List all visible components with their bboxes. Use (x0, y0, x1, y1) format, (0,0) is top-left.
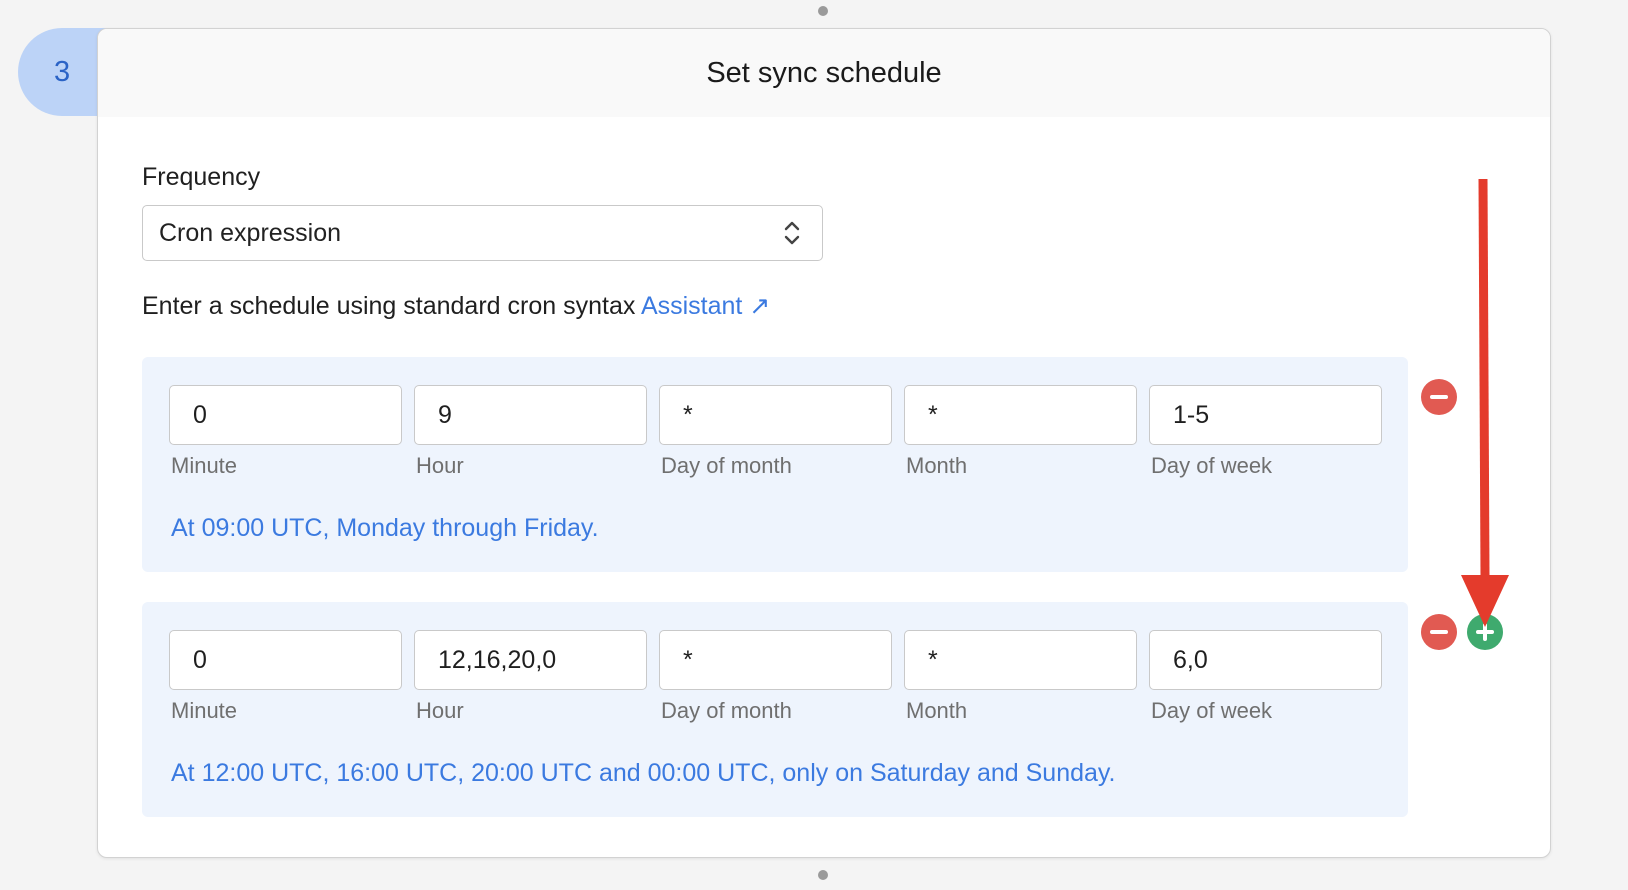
day-of-month-field: * Day of month (659, 385, 892, 479)
minute-input[interactable]: 0 (169, 385, 402, 445)
card-header: Set sync schedule (98, 29, 1550, 117)
month-input[interactable]: * (904, 630, 1137, 690)
day-of-week-field: 6,0 Day of week (1149, 630, 1382, 724)
day-of-month-label: Day of month (661, 698, 792, 723)
hour-label: Hour (416, 453, 464, 478)
schedule-description: At 12:00 UTC, 16:00 UTC, 20:00 UTC and 0… (171, 759, 1116, 787)
annotation-arrow-down-icon (1461, 178, 1509, 627)
minus-circle-icon (1430, 395, 1448, 399)
minute-label: Minute (171, 453, 238, 478)
hour-field: 12,16,20,0 Hour (414, 630, 647, 724)
assistant-link[interactable]: Assistant ↗ (641, 292, 770, 320)
sync-schedule-card: Set sync schedule Frequency Cron express… (97, 28, 1551, 858)
hour-input[interactable]: 12,16,20,0 (414, 630, 647, 690)
month-field: * Month (904, 630, 1137, 724)
minus-circle-icon (1430, 630, 1448, 634)
day-of-week-label: Day of week (1151, 698, 1273, 723)
cron-schedule-row: 0 Minute 12,16,20,0 Hour * Day of month … (142, 602, 1408, 817)
chevron-up-down-icon (784, 221, 800, 245)
day-of-month-label: Day of month (661, 453, 792, 478)
hour-input[interactable]: 9 (414, 385, 647, 445)
frequency-select-value: Cron expression (159, 218, 342, 247)
cron-help-label: Enter a schedule using standard cron syn… (142, 292, 636, 320)
month-field: * Month (904, 385, 1137, 479)
day-of-month-input[interactable]: * (659, 385, 892, 445)
hour-field: 9 Hour (414, 385, 647, 479)
month-label: Month (906, 453, 968, 478)
frequency-select[interactable]: Cron expression (142, 205, 823, 261)
day-of-week-input[interactable]: 1-5 (1149, 385, 1382, 445)
remove-schedule-button[interactable] (1421, 614, 1457, 650)
card-title: Set sync schedule (706, 56, 942, 89)
remove-schedule-button[interactable] (1421, 379, 1457, 415)
day-of-week-input[interactable]: 6,0 (1149, 630, 1382, 690)
cron-schedule-row: 0 Minute 9 Hour * Day of month * Month 1… (142, 357, 1408, 572)
step-number: 3 (54, 55, 71, 88)
day-of-month-field: * Day of month (659, 630, 892, 724)
day-of-week-label: Day of week (1151, 453, 1273, 478)
minute-field: 0 Minute (169, 385, 402, 479)
minute-label: Minute (171, 698, 238, 723)
hour-label: Hour (416, 698, 464, 723)
frequency-label: Frequency (142, 163, 261, 191)
cron-help-text: Enter a schedule using standard cron syn… (142, 291, 770, 321)
day-of-week-field: 1-5 Day of week (1149, 385, 1382, 479)
connector-dot-top (818, 6, 828, 16)
month-label: Month (906, 698, 968, 723)
minute-input[interactable]: 0 (169, 630, 402, 690)
month-input[interactable]: * (904, 385, 1137, 445)
connector-dot-bottom (818, 870, 828, 880)
minute-field: 0 Minute (169, 630, 402, 724)
day-of-month-input[interactable]: * (659, 630, 892, 690)
schedule-description: At 09:00 UTC, Monday through Friday. (171, 514, 599, 542)
